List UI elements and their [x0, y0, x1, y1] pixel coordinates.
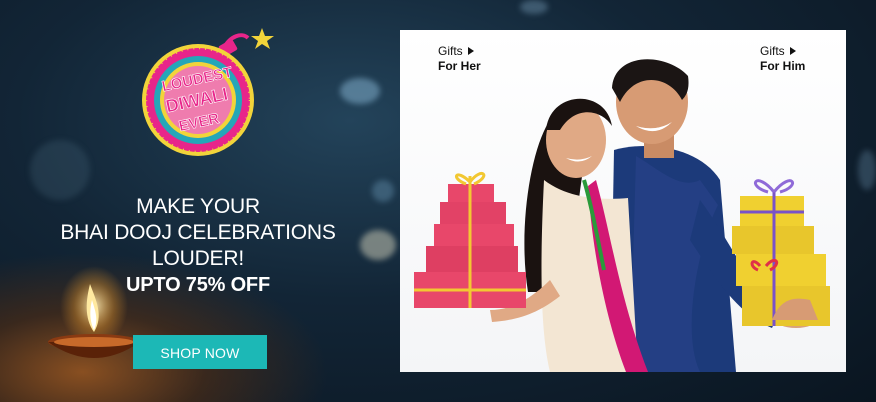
play-arrow-icon [789, 47, 796, 55]
bokeh-light [30, 140, 90, 200]
headline-line-1: MAKE YOUR [136, 195, 260, 218]
shop-now-button[interactable]: SHOP NOW [133, 335, 267, 369]
headline: MAKE YOUR BHAI DOOJ CELEBRATIONS LOUDER!… [40, 194, 356, 298]
bokeh-light [340, 78, 380, 104]
gifts-for-her-target: For Her [438, 59, 481, 73]
siblings-with-gifts-illustration [414, 59, 830, 372]
promo-banner[interactable]: LOUDEST DIWALI EVER MAKE YOUR BHAI DOOJ … [0, 0, 876, 402]
loudest-diwali-ever-logo: LOUDEST DIWALI EVER [142, 28, 274, 156]
gifts-for-her-link[interactable]: Gifts For Her [438, 44, 481, 74]
bokeh-light [360, 230, 396, 260]
play-arrow-icon [467, 47, 474, 55]
headline-line-2: BHAI DOOJ CELEBRATIONS [60, 221, 336, 244]
product-photo[interactable]: Gifts For Her Gifts For Him [400, 30, 846, 372]
gifts-for-him-link[interactable]: Gifts For Him [760, 44, 805, 74]
gifts-for-him-target: For Him [760, 59, 806, 73]
bokeh-light [372, 180, 394, 202]
headline-line-3: LOUDER! [152, 247, 244, 270]
discount-offer: UPTO 75% OFF [126, 274, 270, 296]
bokeh-light [858, 150, 876, 190]
gifts-for-her-label: Gifts [438, 44, 463, 58]
bokeh-light [520, 0, 548, 14]
gifts-for-him-label: Gifts [760, 44, 785, 58]
